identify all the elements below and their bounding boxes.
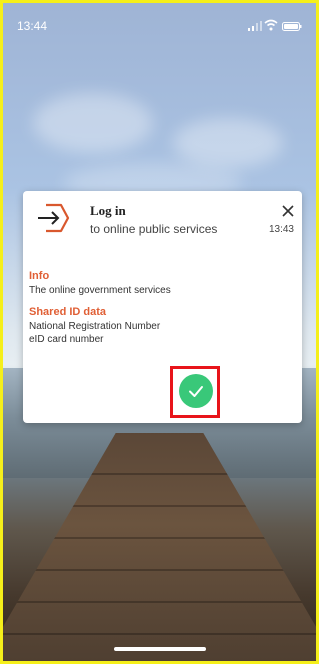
wifi-icon [264, 19, 278, 31]
status-bar: 13:44 [3, 3, 316, 47]
close-icon[interactable] [281, 204, 295, 218]
info-text: The online government services [29, 285, 171, 296]
background-cloud [33, 93, 153, 153]
login-dialog: Log in to online public services 13:43 I… [23, 191, 302, 423]
status-time: 13:44 [17, 19, 48, 33]
background-cloud [173, 118, 283, 168]
dialog-title: Log in [90, 203, 126, 218]
confirm-button[interactable] [179, 374, 213, 408]
check-icon [189, 386, 203, 397]
signal-icon [248, 21, 262, 31]
shared-id-line: National Registration Number [29, 321, 161, 332]
info-heading: Info [29, 270, 50, 282]
home-indicator[interactable] [113, 647, 206, 651]
shared-id-line: eID card number [29, 334, 104, 345]
shared-id-heading: Shared ID data [29, 306, 107, 318]
battery-icon [282, 22, 302, 31]
dialog-time: 13:43 [268, 224, 294, 235]
phone-screen: 13:44 Log in to online public services 1… [0, 0, 319, 664]
dialog-subtitle: to online public services [90, 222, 218, 236]
login-arrow-icon [38, 203, 70, 233]
